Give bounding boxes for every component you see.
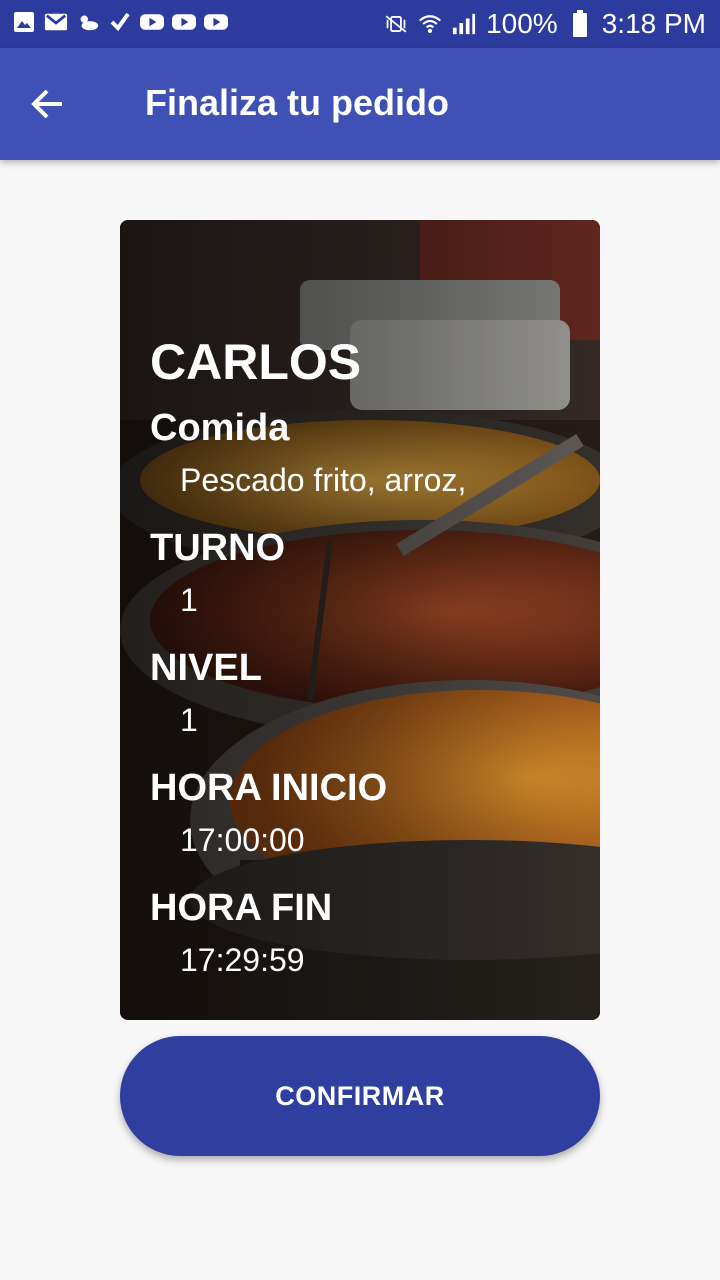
turn-value: 1 (180, 582, 198, 618)
clock: 3:18 PM (601, 8, 706, 39)
status-bar: 100% 3:18 PM (0, 0, 720, 48)
youtube-icon (140, 10, 164, 34)
order-card: CARLOS Comida Pescado frito, arroz, TURN… (120, 220, 600, 1020)
arrow-back-icon (31, 89, 62, 119)
back-button[interactable] (24, 80, 72, 128)
start-time-value: 17:00:00 (180, 822, 305, 858)
start-time-label: HORA INICIO (150, 767, 388, 809)
wifi-icon (418, 12, 442, 36)
notification-icons (12, 10, 228, 34)
battery-icon (568, 10, 592, 37)
gmail-icon (44, 10, 68, 34)
level-label: NIVEL (150, 647, 262, 689)
checkmark-app-icon (108, 10, 132, 34)
vibrate-icon (384, 12, 408, 36)
confirm-button-label: CONFIRMAR (275, 1080, 445, 1111)
weather-icon (76, 10, 100, 34)
battery-percent: 100% (486, 8, 558, 39)
confirm-button[interactable]: CONFIRMAR (120, 1036, 600, 1156)
gallery-icon (12, 10, 36, 34)
system-status: 100% 3:18 PM (384, 6, 706, 42)
end-time-value: 17:29:59 (180, 942, 305, 978)
youtube-icon (172, 10, 196, 34)
signal-icon (452, 12, 476, 36)
youtube-icon (204, 10, 228, 34)
food-label: Comida (150, 407, 290, 449)
page-title: Finaliza tu pedido (145, 82, 449, 123)
customer-name: CARLOS (150, 334, 362, 390)
food-value: Pescado frito, arroz, (180, 462, 467, 498)
order-details: CARLOS Comida Pescado frito, arroz, TURN… (150, 332, 590, 1006)
app-bar: Finaliza tu pedido (0, 48, 720, 160)
end-time-label: HORA FIN (150, 887, 333, 929)
turn-label: TURNO (150, 527, 286, 569)
level-value: 1 (180, 702, 198, 738)
